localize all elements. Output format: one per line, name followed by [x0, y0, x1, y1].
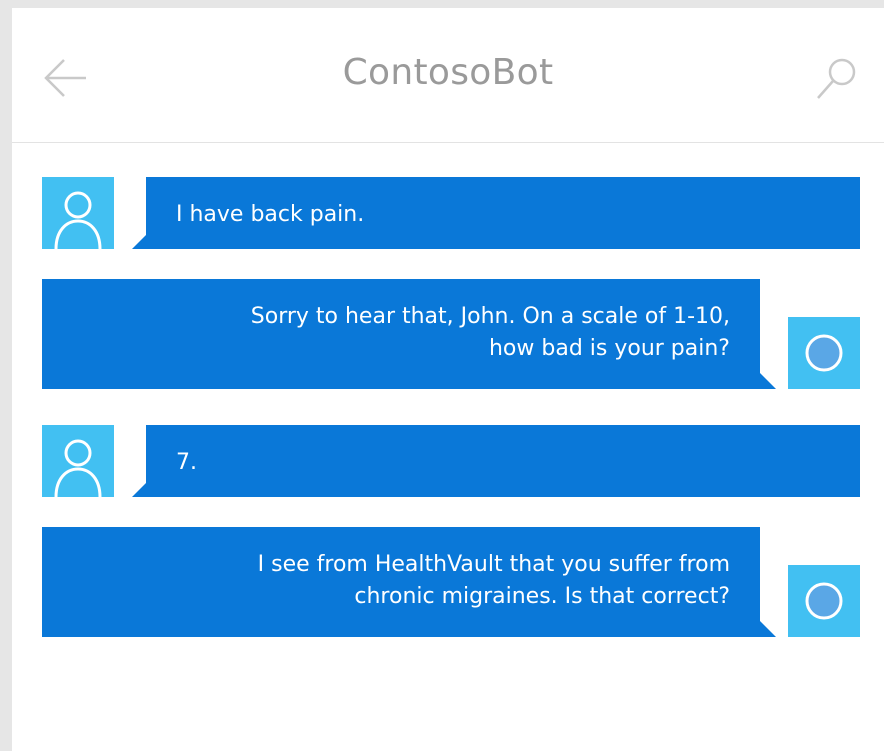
bot-avatar	[788, 317, 860, 389]
search-button[interactable]	[814, 56, 860, 102]
message-bubble: 7.	[146, 425, 860, 497]
user-avatar	[42, 425, 114, 498]
user-icon	[54, 439, 102, 498]
message-bubble: I see from HealthVault that you suffer f…	[42, 527, 760, 637]
bubble-tail	[760, 373, 776, 389]
user-icon	[54, 191, 102, 250]
page-title: ContosoBot	[342, 52, 554, 93]
search-icon	[817, 58, 856, 99]
app-header: ContosoBot	[12, 8, 884, 143]
bot-avatar	[788, 565, 860, 637]
message-bubble: Sorry to hear that, John. On a scale of …	[42, 279, 760, 389]
bot-icon	[805, 334, 843, 372]
message-text: I have back pain.	[176, 202, 365, 227]
message-bubble: I have back pain.	[146, 177, 860, 249]
message-text: I see from HealthVault that you suffer f…	[257, 552, 730, 609]
bubble-tail	[760, 621, 776, 637]
message-text: 7.	[176, 450, 197, 475]
chat-app: ContosoBot I have back pain. Sorry to he…	[12, 8, 884, 751]
user-avatar	[42, 177, 114, 250]
message-text: Sorry to hear that, John. On a scale of …	[250, 304, 730, 361]
bot-icon	[805, 582, 843, 620]
